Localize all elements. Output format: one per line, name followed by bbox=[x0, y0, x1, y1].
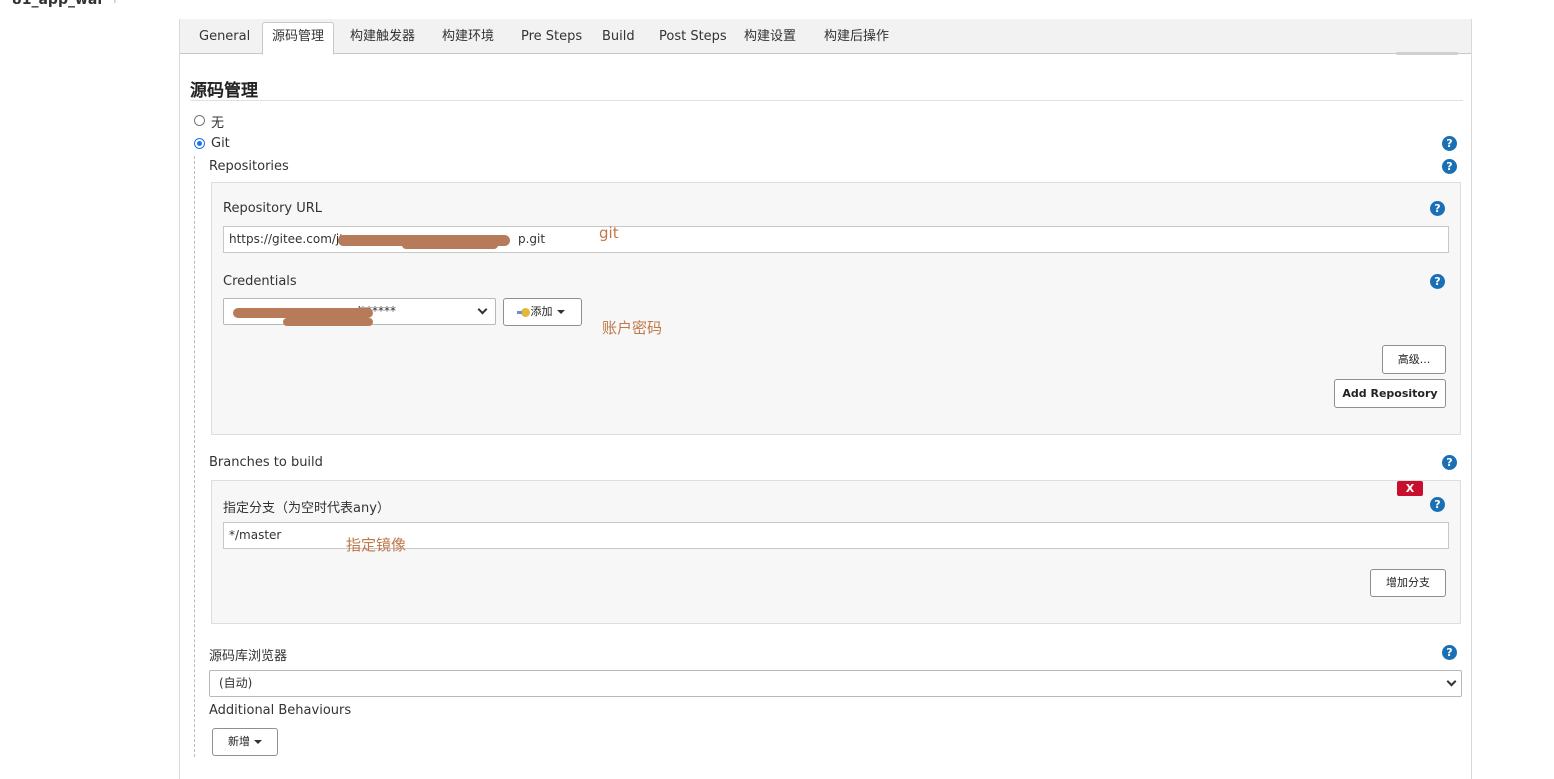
breadcrumb-bar: 81_app_war › bbox=[0, 0, 1554, 18]
repository-url-help-icon[interactable]: ? bbox=[1430, 201, 1445, 216]
tab-bar: General 源码管理 构建触发器 构建环境 Pre Steps Build … bbox=[180, 19, 1471, 55]
add-branch-button[interactable]: 增加分支 bbox=[1370, 569, 1446, 597]
repo-browser-label: 源码库浏览器 bbox=[209, 649, 288, 664]
repo-browser-select[interactable]: (自动) bbox=[209, 670, 1462, 697]
repositories-help-icon[interactable]: ? bbox=[1442, 159, 1457, 174]
section-title: 源码管理 bbox=[190, 81, 258, 101]
add-behaviour-button[interactable]: 新增 bbox=[212, 728, 278, 756]
radio-none-label: 无 bbox=[211, 116, 225, 131]
tab-build-env[interactable]: 构建环境 bbox=[433, 23, 503, 54]
repository-url-value: https://gitee.com/jt bbox=[229, 232, 344, 246]
delete-branch-button[interactable]: X bbox=[1397, 481, 1423, 496]
caret-down-icon bbox=[556, 310, 565, 314]
chevron-down-icon bbox=[1446, 676, 1457, 687]
branch-spec-label: 指定分支（为空时代表any） bbox=[223, 501, 390, 516]
radio-none[interactable] bbox=[194, 115, 205, 126]
branch-spec-help-icon[interactable]: ? bbox=[1430, 497, 1445, 512]
tab-triggers[interactable]: 构建触发器 bbox=[341, 23, 424, 54]
annotation-credentials: 账户密码 bbox=[602, 319, 663, 337]
job-name-link[interactable]: 81_app_war bbox=[12, 0, 104, 8]
git-help-icon[interactable]: ? bbox=[1442, 136, 1457, 151]
tab-general[interactable]: General bbox=[190, 23, 259, 54]
repo-browser-help-icon[interactable]: ? bbox=[1442, 645, 1457, 660]
section-divider bbox=[190, 100, 1463, 101]
branches-help-icon[interactable]: ? bbox=[1442, 455, 1457, 470]
credentials-help-icon[interactable]: ? bbox=[1430, 274, 1445, 289]
tab-pre-steps[interactable]: Pre Steps bbox=[512, 23, 591, 54]
redaction-scribble bbox=[283, 318, 373, 326]
tab-build[interactable]: Build bbox=[593, 23, 644, 54]
add-credentials-label: 添加 bbox=[530, 305, 553, 318]
repository-box: Repository URL ? https://gitee.com/jt p.… bbox=[211, 182, 1461, 435]
branch-spec-input[interactable]: */master bbox=[223, 522, 1449, 549]
credentials-label: Credentials bbox=[223, 274, 297, 289]
annotation-branch: 指定镜像 bbox=[346, 536, 407, 554]
additional-behaviours-label: Additional Behaviours bbox=[209, 703, 352, 718]
caret-down-icon bbox=[254, 740, 262, 744]
add-credentials-button[interactable]: 添加 bbox=[503, 298, 582, 326]
annotation-git: git bbox=[599, 224, 619, 242]
git-nested-guide bbox=[194, 156, 195, 757]
tabbar-scroll-handle[interactable] bbox=[1396, 52, 1458, 55]
breadcrumb-arrow-icon[interactable]: › bbox=[113, 0, 117, 7]
tab-post-build[interactable]: 构建后操作 bbox=[815, 23, 898, 54]
branches-label: Branches to build bbox=[209, 455, 323, 470]
config-panel: General 源码管理 构建触发器 构建环境 Pre Steps Build … bbox=[179, 19, 1472, 779]
add-behaviour-label: 新增 bbox=[228, 735, 250, 748]
branch-box: X 指定分支（为空时代表any） ? */master 指定镜像 增加分支 bbox=[211, 480, 1461, 624]
redaction-scribble bbox=[233, 308, 373, 318]
add-repository-button[interactable]: Add Repository bbox=[1334, 379, 1446, 408]
repo-browser-value: (自动) bbox=[219, 676, 253, 690]
advanced-button[interactable]: 高级... bbox=[1382, 345, 1446, 374]
tab-build-settings[interactable]: 构建设置 bbox=[735, 23, 805, 54]
key-icon bbox=[516, 307, 530, 317]
tab-post-steps[interactable]: Post Steps bbox=[650, 23, 736, 54]
chevron-down-icon bbox=[477, 304, 488, 315]
repositories-label: Repositories bbox=[209, 159, 289, 174]
redaction-scribble bbox=[402, 241, 498, 249]
repository-url-value-tail: p.git bbox=[518, 232, 546, 246]
repository-url-label: Repository URL bbox=[223, 201, 323, 216]
radio-git[interactable] bbox=[194, 138, 205, 149]
tab-scm[interactable]: 源码管理 bbox=[262, 22, 335, 55]
radio-git-label: Git bbox=[211, 136, 230, 151]
